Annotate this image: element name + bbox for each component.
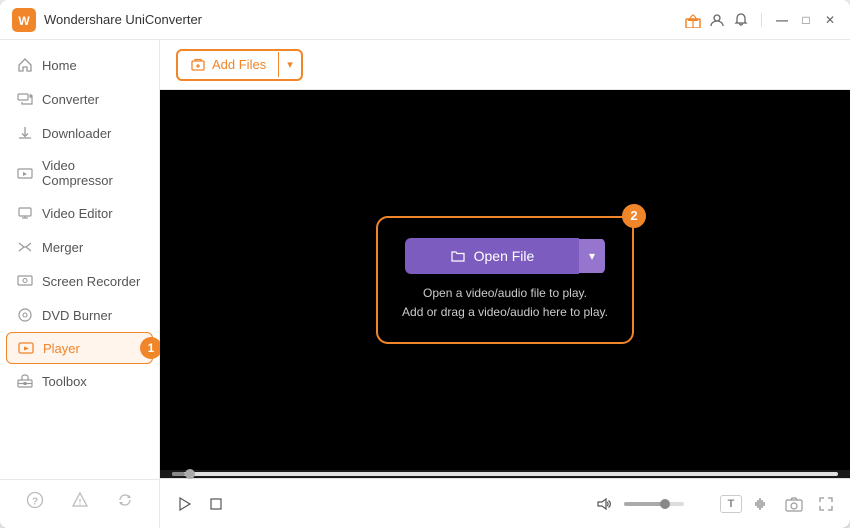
alert-icon[interactable] (70, 490, 90, 510)
sidebar-bottom: ? (0, 479, 159, 520)
merger-icon (16, 238, 34, 256)
sidebar-label-screen-recorder: Screen Recorder (42, 274, 140, 289)
volume-icon[interactable] (592, 492, 616, 516)
dvd-burner-icon (16, 306, 34, 324)
open-file-label: Open File (474, 248, 535, 264)
sidebar-label-home: Home (42, 58, 77, 73)
player-icon (17, 339, 35, 357)
sidebar-label-merger: Merger (42, 240, 83, 255)
open-file-button[interactable]: Open File ▾ (405, 238, 605, 274)
sidebar: Home Converter (0, 40, 160, 528)
open-file-arrow[interactable]: ▾ (579, 239, 605, 273)
maximize-button[interactable]: □ (798, 12, 814, 28)
sidebar-item-screen-recorder[interactable]: Screen Recorder (0, 264, 159, 298)
snapshot-button[interactable] (782, 492, 806, 516)
help-icon[interactable]: ? (25, 490, 45, 510)
add-files-label: Add Files (212, 57, 266, 72)
title-bar-separator (761, 13, 762, 27)
add-files-button[interactable]: Add Files ▾ (176, 49, 303, 81)
title-bar-controls: — □ ✕ (685, 12, 838, 28)
gift-icon[interactable] (685, 12, 701, 28)
open-file-hint: Open a video/audio file to play. Add or … (402, 284, 608, 322)
toolbar: Add Files ▾ (160, 40, 850, 90)
step-badge-2: 2 (622, 204, 646, 228)
user-icon[interactable] (709, 12, 725, 28)
video-compressor-icon (16, 164, 34, 182)
sidebar-label-downloader: Downloader (42, 126, 111, 141)
open-file-button-main[interactable]: Open File (405, 238, 579, 274)
sidebar-label-dvd-burner: DVD Burner (42, 308, 112, 323)
play-button[interactable] (172, 492, 196, 516)
sidebar-item-video-editor[interactable]: Video Editor (0, 196, 159, 230)
sidebar-item-converter[interactable]: Converter (0, 82, 159, 116)
fullscreen-button[interactable] (814, 492, 838, 516)
main-layout: Home Converter (0, 40, 850, 528)
app-window: W Wondershare UniConverter (0, 0, 850, 528)
close-button[interactable]: ✕ (822, 12, 838, 28)
stop-button[interactable] (204, 492, 228, 516)
sidebar-item-downloader[interactable]: Downloader (0, 116, 159, 150)
svg-text:?: ? (31, 497, 37, 508)
downloader-icon (16, 124, 34, 142)
sidebar-item-toolbox[interactable]: Toolbox (0, 364, 159, 398)
captions-button[interactable]: T (720, 495, 742, 513)
audio-tracks-icon[interactable] (750, 492, 774, 516)
content-area: Add Files ▾ 2 (160, 40, 850, 528)
svg-text:W: W (18, 14, 30, 28)
hint-line-1: Open a video/audio file to play. (402, 284, 608, 303)
sidebar-item-player[interactable]: Player 1 (6, 332, 153, 364)
home-icon (16, 56, 34, 74)
sidebar-item-dvd-burner[interactable]: DVD Burner (0, 298, 159, 332)
player-canvas: 2 Open File ▾ (160, 90, 850, 470)
seek-bar[interactable] (172, 472, 838, 476)
player-controls: T (160, 478, 850, 528)
sidebar-item-video-compressor[interactable]: Video Compressor (0, 150, 159, 196)
video-editor-icon (16, 204, 34, 222)
sidebar-label-converter: Converter (42, 92, 99, 107)
sidebar-item-merger[interactable]: Merger (0, 230, 159, 264)
sidebar-label-player: Player (43, 341, 80, 356)
sidebar-label-video-editor: Video Editor (42, 206, 113, 221)
sidebar-label-toolbox: Toolbox (42, 374, 87, 389)
title-bar: W Wondershare UniConverter (0, 0, 850, 40)
open-file-dialog: 2 Open File ▾ (376, 216, 634, 344)
hint-line-2: Add or drag a video/audio here to play. (402, 303, 608, 322)
player-badge: 1 (140, 337, 162, 359)
sidebar-label-video-compressor: Video Compressor (42, 158, 143, 188)
add-files-button-main[interactable]: Add Files (178, 51, 278, 79)
player-area: 2 Open File ▾ (160, 90, 850, 528)
sidebar-item-home[interactable]: Home (0, 48, 159, 82)
seek-bar-container[interactable] (160, 470, 850, 478)
volume-slider[interactable] (624, 502, 684, 506)
app-logo: W (12, 8, 36, 32)
converter-icon (16, 90, 34, 108)
screen-recorder-icon (16, 272, 34, 290)
minimize-button[interactable]: — (774, 12, 790, 28)
refresh-icon[interactable] (115, 490, 135, 510)
toolbox-icon (16, 372, 34, 390)
app-title: Wondershare UniConverter (44, 12, 685, 27)
notification-icon[interactable] (733, 12, 749, 28)
add-files-arrow[interactable]: ▾ (278, 52, 301, 77)
